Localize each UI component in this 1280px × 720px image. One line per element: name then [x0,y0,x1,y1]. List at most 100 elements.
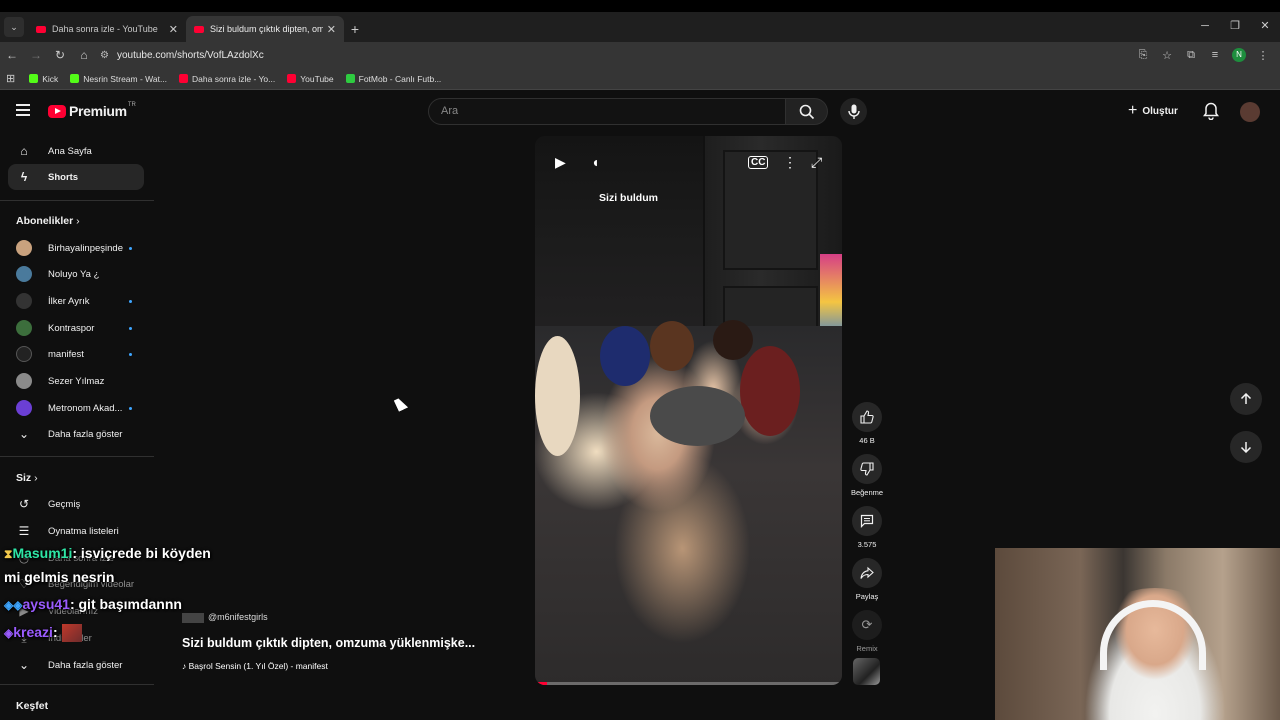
next-short-button[interactable] [1230,431,1262,463]
youtube-play-logo-icon [48,104,66,118]
extensions-icon[interactable]: ⧉ [1180,49,1202,62]
reload-icon[interactable]: ↻ [48,48,72,62]
bookmark-label: YouTube [300,73,334,84]
sidebar-item-channel[interactable]: Birhayalinpeşinde [8,235,144,261]
forward-icon[interactable]: → [24,48,48,62]
bookmark-nesrin-stream[interactable]: Nesrin Stream - Wat... [70,74,167,84]
thumbs-down-icon [852,454,882,484]
window-top-edge [0,0,1280,12]
sidebar-item-channel[interactable]: Metronom Akad... [8,395,144,421]
browser-tab-2[interactable]: Sizi buldum çıktık dipten, omzu ✕ [186,16,344,42]
sound-link[interactable]: ♪ Başrol Sensin (1. Yıl Özel) - manifest [182,661,328,671]
sidebar-item-playlists[interactable]: ☰ Oynatma listeleri [8,518,144,544]
profile-avatar[interactable]: N [1232,48,1246,62]
bookmark-watch-later[interactable]: Daha sonra izle - Yo... [179,74,275,84]
search-button[interactable] [786,98,828,125]
progress-fill [535,682,548,685]
webcam-overlay [995,548,1280,720]
youtube-logo[interactable]: Premium TR [48,102,136,119]
new-content-dot [129,326,132,330]
fullscreen-icon[interactable]: ⤢ [811,154,822,171]
menu-icon[interactable] [16,104,30,116]
address-bar: ← → ↻ ⌂ ⚙ youtube.com/shorts/VofLAzdolXc… [0,42,1280,68]
dislike-button[interactable]: Beğenme [850,454,884,497]
sidebar-item-channel[interactable]: İlker Ayrık [8,288,144,314]
account-avatar[interactable] [1240,102,1260,122]
chat-username: kreazi [13,624,53,640]
search-input[interactable]: Ara [428,98,786,125]
previous-short-button[interactable] [1230,383,1262,415]
sidebar-item-history[interactable]: ↺ Geçmiş [8,491,144,517]
sidebar-item-label: Noluyo Ya ¿ [48,268,100,280]
minimize-icon[interactable]: ─ [1190,12,1220,40]
bell-icon [1203,102,1219,121]
subscriptions-heading[interactable]: Abonelikler › [16,215,80,227]
divider [0,684,154,685]
sidebar-item-channel[interactable]: Kontraspor [8,315,144,341]
volume-icon[interactable]: ◖ [591,154,599,170]
badge-icon: ◈ [4,626,14,640]
sidebar-item-channel[interactable]: Noluyo Ya ¿ [8,261,144,287]
site-info-icon[interactable]: ⚙ [100,50,109,61]
chevron-down-icon: ⌄ [18,427,30,441]
video-title-overlay: Sizi buldum [599,192,658,204]
chat-message: ⧗Masum1i: isviçrede bi köyden [4,545,211,562]
arrow-down-icon [1240,442,1252,453]
bookmark-label: Kick [42,73,59,84]
like-button[interactable]: 46 B [850,402,884,445]
bookmark-star-icon[interactable]: ☆ [1156,49,1178,62]
arrow-up-icon [1240,393,1252,404]
sidebar-item-shorts[interactable]: ϟ Shorts [8,164,144,190]
sound-thumbnail[interactable] [853,658,880,685]
short-caption[interactable]: Sizi buldum çıktık dipten, omzuma yüklen… [182,636,475,650]
you-heading[interactable]: Siz › [16,472,38,484]
chat-username: aysu41 [22,596,70,612]
remix-label: Remix [856,644,878,653]
notifications-button[interactable] [1203,102,1219,125]
close-tab-icon[interactable]: ✕ [327,23,336,36]
channel-avatar [182,612,204,623]
bookmark-fotmob[interactable]: FotMob - Canlı Futb... [345,74,441,84]
close-tab-icon[interactable]: ✕ [169,23,178,36]
browser-menu-icon[interactable]: ⋮ [1252,49,1274,62]
back-icon[interactable]: ← [0,48,24,62]
logo-region: TR [127,102,136,108]
share-button[interactable]: Paylaş [850,558,884,601]
progress-bar[interactable] [535,682,842,685]
create-button[interactable]: + Oluştur [1128,100,1178,122]
captions-icon[interactable]: CC [748,156,769,169]
media-control-icon[interactable]: ≡ [1204,49,1226,61]
remix-button[interactable]: ⟳ Remix [850,610,884,653]
sidebar-item-home[interactable]: ⌂ Ana Sayfa [8,138,144,164]
sidebar-item-channel[interactable]: Sezer Yılmaz [8,368,144,394]
tab-search-button[interactable]: ⌄ [4,17,24,37]
new-tab-button[interactable]: + [344,16,366,42]
shorts-video-player[interactable]: ▶ ◖ CC ⋮ ⤢ Sizi buldum [535,136,842,685]
home-icon[interactable]: ⌂ [72,48,96,62]
install-app-icon[interactable]: ⎘ [1132,49,1154,62]
play-icon[interactable]: ▶ [555,154,566,171]
comments-button[interactable]: 3.575 [850,506,884,549]
apps-grid-icon[interactable]: ⊞ [6,72,15,85]
show-more-button[interactable]: ⌄ Daha fazla göster [8,421,144,447]
voice-search-button[interactable] [840,98,867,125]
channel-handle[interactable]: @m6nifestgirls [182,612,268,623]
sidebar-item-channel[interactable]: manifest [8,341,144,367]
youtube-favicon-icon [287,74,297,83]
bookmark-kick[interactable]: Kick [29,74,58,84]
tab-title: Sizi buldum çıktık dipten, omzu [210,24,323,34]
more-options-icon[interactable]: ⋮ [783,154,797,171]
channel-avatar [16,320,32,336]
browser-tab-1[interactable]: Daha sonra izle - YouTube ✕ [28,16,186,42]
comment-icon [852,506,882,536]
history-icon: ↺ [18,497,30,511]
show-more-button[interactable]: ⌄ Daha fazla göster [8,652,144,678]
chat-text: : [52,624,58,640]
maximize-icon[interactable]: ❐ [1220,12,1250,40]
close-window-icon[interactable]: ✕ [1250,12,1280,40]
bookmark-youtube[interactable]: YouTube [287,73,334,84]
share-icon [852,558,882,588]
url-field[interactable]: ⚙ youtube.com/shorts/VofLAzdolXc [100,44,1100,66]
channel-avatar [16,373,32,389]
sidebar-item-label: Ana Sayfa [48,145,92,157]
